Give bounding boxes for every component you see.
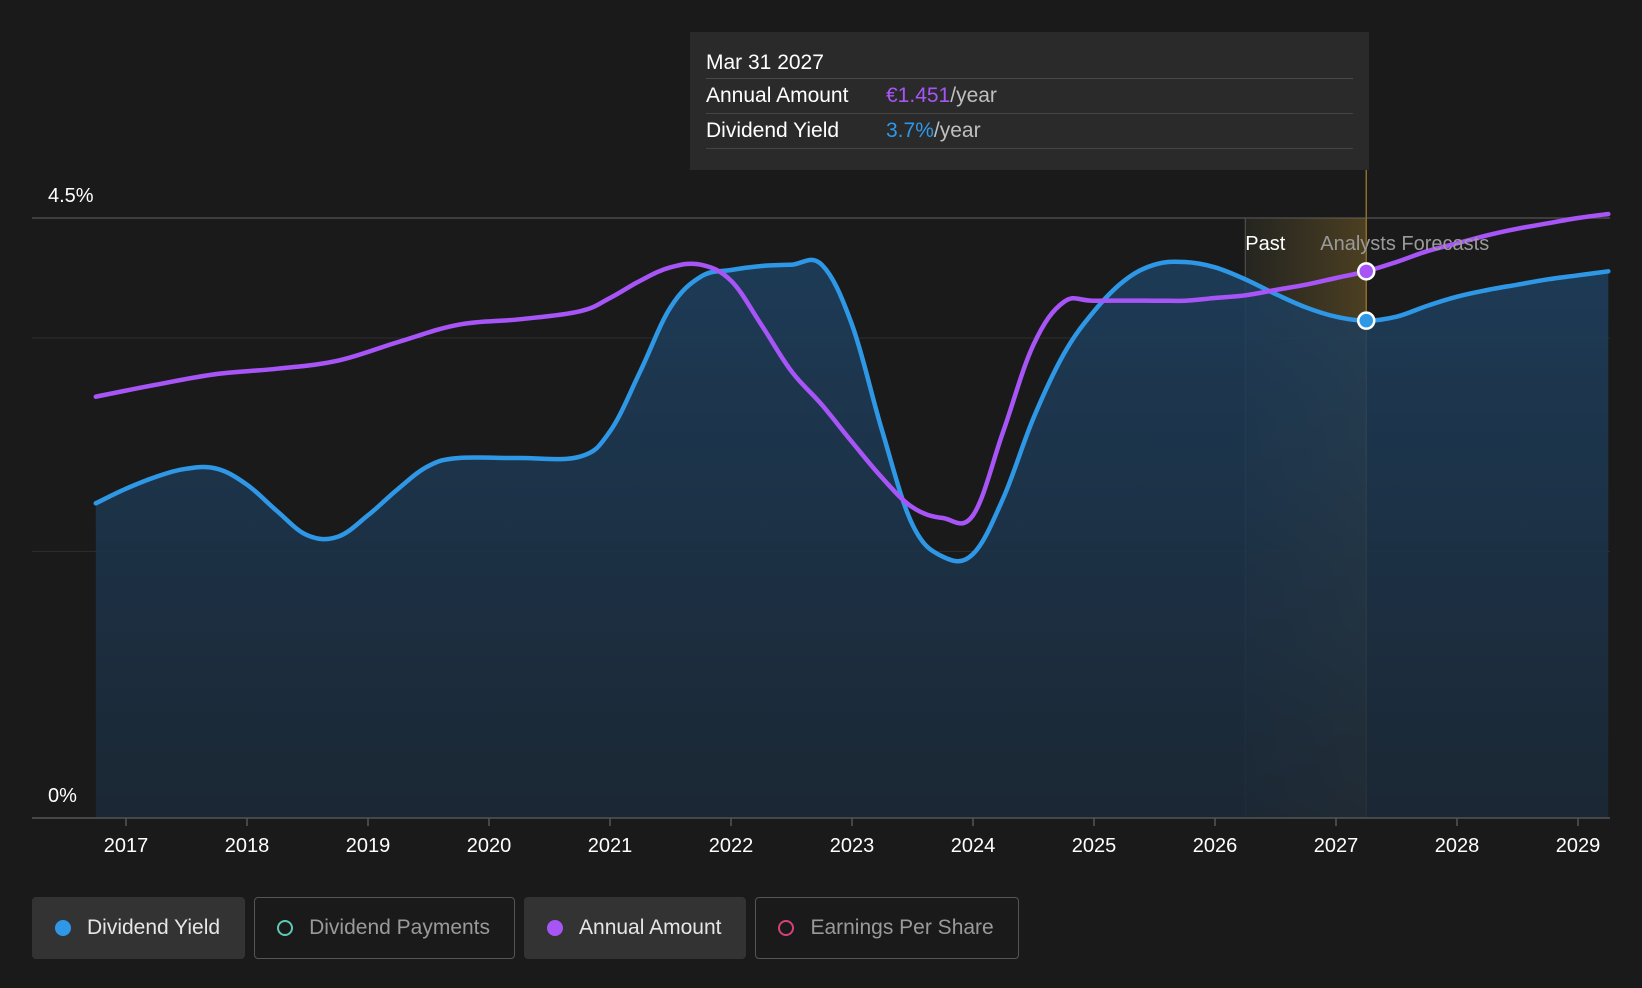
y-tick-label: 0% <box>48 785 77 807</box>
tooltip-label: Dividend Yield <box>706 119 840 142</box>
tooltip: Mar 31 2027 Annual Amount €1.451 /year D… <box>690 32 1369 170</box>
forecast-label: Analysts Forecasts <box>1320 233 1489 255</box>
x-tick-label: 2024 <box>951 835 996 857</box>
tooltip-value: 3.7% <box>886 119 934 142</box>
legend-dividend-payments-button[interactable]: Dividend Payments <box>254 897 516 959</box>
legend-annual-amount-button[interactable]: Annual Amount <box>524 897 747 959</box>
dividend-yield-marker <box>1357 311 1376 330</box>
x-tick-label: 2017 <box>104 835 149 857</box>
x-tick-label: 2028 <box>1435 835 1480 857</box>
tooltip-unit: /year <box>933 119 981 142</box>
annual-amount-dot-icon <box>547 920 564 936</box>
tooltip-row-annual-amount: Annual Amount €1.451 /year <box>706 79 1353 114</box>
earnings-per-share-ring-icon <box>778 920 795 936</box>
x-tick-label: 2019 <box>346 835 391 857</box>
x-tick-label: 2026 <box>1193 835 1238 857</box>
x-tick-label: 2018 <box>225 835 270 857</box>
annual-amount-marker <box>1357 262 1376 281</box>
legend-label: Dividend Yield <box>87 916 221 939</box>
x-tick-label: 2023 <box>830 835 875 857</box>
tooltip-row-dividend-yield: Dividend Yield 3.7% /year <box>706 114 1353 149</box>
x-tick-label: 2021 <box>588 835 633 857</box>
tooltip-label: Annual Amount <box>706 84 849 107</box>
y-tick-label: 4.5% <box>48 185 94 207</box>
tooltip-unit: /year <box>950 84 997 107</box>
legend-earnings-per-share-button[interactable]: Earnings Per Share <box>755 897 1019 959</box>
tooltip-value: €1.451 <box>886 84 951 107</box>
x-tick-label: 2025 <box>1072 835 1117 857</box>
legend-dividend-yield-button[interactable]: Dividend Yield <box>32 897 246 959</box>
x-tick-label: 2020 <box>467 835 512 857</box>
dividend-payments-ring-icon <box>277 920 294 936</box>
x-tick-label: 2029 <box>1556 835 1601 857</box>
legend-label: Annual Amount <box>579 916 722 939</box>
legend: Dividend Yield Dividend Payments Annual … <box>32 897 1019 959</box>
dividend-yield-dot-icon <box>55 920 71 936</box>
legend-label: Earnings Per Share <box>810 916 994 939</box>
x-axis: 2017 2018 2019 2020 2021 2022 2023 2024 2025 2026… <box>32 817 1610 857</box>
x-tick-label: 2027 <box>1314 835 1359 857</box>
legend-label: Dividend Payments <box>309 916 491 939</box>
x-tick-label: 2022 <box>709 835 754 857</box>
tooltip-date: Mar 31 2027 <box>706 48 1353 79</box>
past-label: Past <box>1245 233 1285 255</box>
